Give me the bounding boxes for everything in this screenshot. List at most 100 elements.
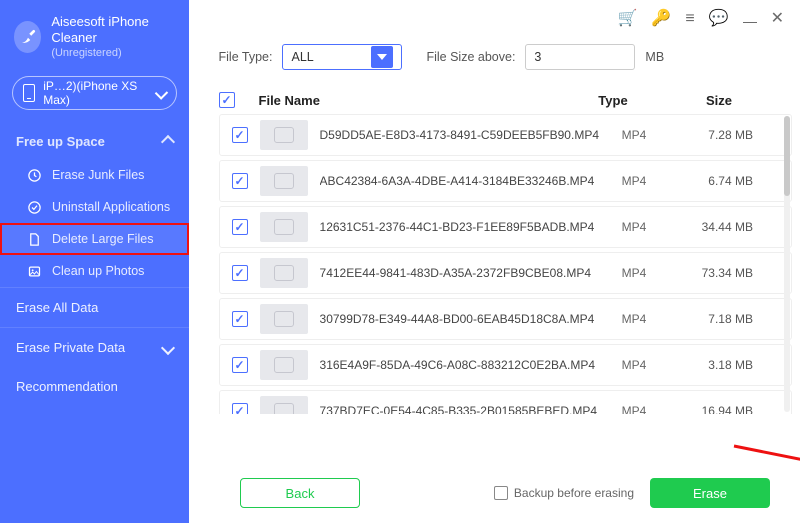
table-header: File Name Type Size xyxy=(189,84,800,114)
video-thumbnail-icon xyxy=(260,212,308,242)
nav-clean-up-photos[interactable]: Clean up Photos xyxy=(0,255,189,287)
file-type-select[interactable]: ALL xyxy=(282,44,402,70)
minimize-button[interactable] xyxy=(743,11,757,27)
video-thumbnail-icon xyxy=(260,304,308,334)
file-type: MP4 xyxy=(599,174,669,188)
back-button[interactable]: Back xyxy=(240,478,360,508)
section-label: Erase Private Data xyxy=(16,340,125,355)
file-type: MP4 xyxy=(599,220,669,234)
sidebar: Aiseesoft iPhone Cleaner (Unregistered) … xyxy=(0,0,189,523)
nav-label: Uninstall Applications xyxy=(52,200,170,214)
file-type: MP4 xyxy=(599,312,669,326)
video-thumbnail-icon xyxy=(260,166,308,196)
row-checkbox[interactable] xyxy=(232,311,248,327)
brand: Aiseesoft iPhone Cleaner (Unregistered) xyxy=(0,0,189,70)
file-type: MP4 xyxy=(599,404,669,414)
file-name: 30799D78-E349-44A8-BD00-6EAB45D18C8A.MP4 xyxy=(320,312,599,326)
nav-label: Delete Large Files xyxy=(52,232,153,246)
clock-icon xyxy=(26,167,42,183)
erase-button[interactable]: Erase xyxy=(650,478,770,508)
file-size: 7.28 MB xyxy=(669,128,769,142)
file-size: 73.34 MB xyxy=(669,266,769,280)
section-free-up-space[interactable]: Free up Space xyxy=(0,124,189,159)
file-list: D59DD5AE-E8D3-4173-8491-C59DEEB5FB90.MP4… xyxy=(219,114,792,414)
file-size: 16.94 MB xyxy=(669,404,769,414)
app-logo-icon xyxy=(14,21,41,53)
main-panel: 🛒 🔑 ≡ 💬 ✕ File Type: ALL File Size above… xyxy=(189,0,800,523)
device-label: iP…2)(iPhone XS Max) xyxy=(43,79,149,107)
file-type: MP4 xyxy=(599,128,669,142)
video-thumbnail-icon xyxy=(260,120,308,150)
scrollbar[interactable] xyxy=(784,116,790,412)
checkbox-icon xyxy=(494,486,508,500)
scrollbar-thumb[interactable] xyxy=(784,116,790,196)
app-title: Aiseesoft iPhone Cleaner xyxy=(51,14,176,47)
file-size-input[interactable] xyxy=(525,44,635,70)
col-type[interactable]: Type xyxy=(578,93,648,108)
file-type-label: File Type: xyxy=(219,50,273,64)
file-type: MP4 xyxy=(599,358,669,372)
table-row[interactable]: 316E4A9F-85DA-49C6-A08C-883212C0E2BA.MP4… xyxy=(219,344,792,386)
file-name: 737BD7EC-0E54-4C85-B335-2B01585BEBED.MP4 xyxy=(320,404,599,414)
chevron-down-icon xyxy=(160,341,174,355)
table-row[interactable]: 12631C51-2376-44C1-BD23-F1EE89F5BADB.MP4… xyxy=(219,206,792,248)
device-selector[interactable]: iP…2)(iPhone XS Max) xyxy=(12,76,177,110)
file-name: ABC42384-6A3A-4DBE-A414-3184BE33246B.MP4 xyxy=(320,174,599,188)
col-file-name[interactable]: File Name xyxy=(259,93,578,108)
phone-icon xyxy=(23,84,35,102)
file-icon xyxy=(26,231,42,247)
chevron-up-icon xyxy=(160,135,174,149)
key-icon[interactable]: 🔑 xyxy=(651,11,671,27)
row-checkbox[interactable] xyxy=(232,357,248,373)
backup-checkbox[interactable]: Backup before erasing xyxy=(494,486,634,500)
table-row[interactable]: ABC42384-6A3A-4DBE-A414-3184BE33246B.MP4… xyxy=(219,160,792,202)
file-size: 7.18 MB xyxy=(669,312,769,326)
erase-label: Erase xyxy=(693,486,727,501)
row-checkbox[interactable] xyxy=(232,403,248,414)
titlebar: 🛒 🔑 ≡ 💬 ✕ xyxy=(189,0,800,38)
photo-icon xyxy=(26,263,42,279)
nav-label: Erase Junk Files xyxy=(52,168,144,182)
file-name: 12631C51-2376-44C1-BD23-F1EE89F5BADB.MP4 xyxy=(320,220,599,234)
table-row[interactable]: 7412EE44-9841-483D-A35A-2372FB9CBE08.MP4… xyxy=(219,252,792,294)
section-label: Free up Space xyxy=(16,134,105,149)
row-checkbox[interactable] xyxy=(232,265,248,281)
menu-icon[interactable]: ≡ xyxy=(685,11,694,27)
col-size[interactable]: Size xyxy=(648,93,748,108)
nav-uninstall-applications[interactable]: Uninstall Applications xyxy=(0,191,189,223)
file-size-unit: MB xyxy=(645,50,664,64)
dropdown-icon xyxy=(371,46,393,68)
file-name: D59DD5AE-E8D3-4173-8491-C59DEEB5FB90.MP4 xyxy=(320,128,599,142)
filters-bar: File Type: ALL File Size above: MB xyxy=(189,38,800,84)
file-size: 34.44 MB xyxy=(669,220,769,234)
file-name: 7412EE44-9841-483D-A35A-2372FB9CBE08.MP4 xyxy=(320,266,599,280)
app-subtitle: (Unregistered) xyxy=(51,47,176,61)
close-button[interactable]: ✕ xyxy=(771,11,784,27)
cart-icon[interactable]: 🛒 xyxy=(617,11,637,27)
section-label: Recommendation xyxy=(16,379,118,394)
select-all-checkbox[interactable] xyxy=(219,92,235,108)
file-size-label: File Size above: xyxy=(426,50,515,64)
feedback-icon[interactable]: 💬 xyxy=(709,11,729,27)
row-checkbox[interactable] xyxy=(232,127,248,143)
table-row[interactable]: 737BD7EC-0E54-4C85-B335-2B01585BEBED.MP4… xyxy=(219,390,792,414)
video-thumbnail-icon xyxy=(260,258,308,288)
video-thumbnail-icon xyxy=(260,396,308,414)
table-row[interactable]: D59DD5AE-E8D3-4173-8491-C59DEEB5FB90.MP4… xyxy=(219,114,792,156)
back-label: Back xyxy=(286,486,315,501)
file-size: 3.18 MB xyxy=(669,358,769,372)
section-erase-all-data[interactable]: Erase All Data xyxy=(0,287,189,327)
row-checkbox[interactable] xyxy=(232,219,248,235)
bottom-bar: Back Backup before erasing Erase xyxy=(210,473,800,513)
file-type-value: ALL xyxy=(291,50,313,64)
table-row[interactable]: 30799D78-E349-44A8-BD00-6EAB45D18C8A.MP4… xyxy=(219,298,792,340)
nav-erase-junk-files[interactable]: Erase Junk Files xyxy=(0,159,189,191)
backup-label: Backup before erasing xyxy=(514,486,634,500)
video-thumbnail-icon xyxy=(260,350,308,380)
section-label: Erase All Data xyxy=(16,300,98,315)
row-checkbox[interactable] xyxy=(232,173,248,189)
section-recommendation[interactable]: Recommendation xyxy=(0,367,189,406)
nav-delete-large-files[interactable]: Delete Large Files xyxy=(0,223,189,255)
section-erase-private-data[interactable]: Erase Private Data xyxy=(0,327,189,367)
apps-icon xyxy=(26,199,42,215)
